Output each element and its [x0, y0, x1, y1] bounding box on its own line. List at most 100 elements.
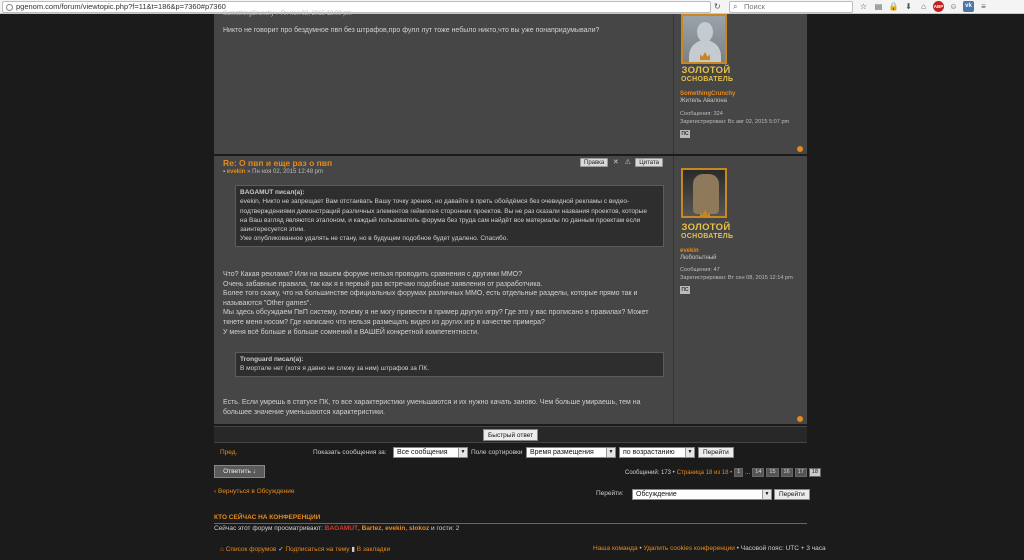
- page-ellipsis: ...: [745, 469, 751, 476]
- username-link[interactable]: SomethingCrunchy: [680, 91, 735, 97]
- report-icon[interactable]: ⚠: [623, 158, 632, 167]
- quote-header: Tronguard писал(а):: [240, 356, 304, 363]
- sort-go-button[interactable]: Перейти: [698, 447, 734, 458]
- timezone-text: Часовой пояс: UTC + 3 часа: [740, 545, 826, 552]
- post-text: Что? Какая реклама? Или на вашем форуме …: [223, 270, 649, 337]
- post-line: ткнете меня носом? Где написано что нель…: [223, 318, 545, 326]
- online-user[interactable]: BAGAMUT: [325, 525, 358, 532]
- star-icon[interactable]: ☆: [858, 1, 869, 12]
- back-to-top-icon[interactable]: [797, 416, 803, 422]
- post-meta: ▪ evekin » Пн ноя 02, 2015 12:48 pm: [223, 169, 324, 175]
- page-current: 18: [808, 468, 821, 477]
- user-title: Житель Авалона: [680, 98, 728, 104]
- chat-icon[interactable]: ☺: [948, 1, 959, 12]
- edit-button[interactable]: Правка: [580, 158, 609, 167]
- back-to-top-icon[interactable]: [797, 146, 803, 152]
- delete-icon[interactable]: ✕: [611, 158, 620, 167]
- back-link[interactable]: ‹ Вернуться в Обсуждение: [214, 488, 294, 495]
- who-online-title: КТО СЕЙЧАС НА КОНФЕРЕНЦИИ: [214, 514, 807, 524]
- post-text: Есть. Если умрешь в статусе ПК, то все х…: [223, 398, 641, 417]
- jump-value: Обсуждение: [636, 491, 677, 498]
- post: Re: О пвп и еще раз о пвп Правка ✕ ⚠ Цит…: [214, 156, 807, 424]
- rank-badge: ЗОЛОТОЙ ОСНОВАТЕЛЬ: [681, 66, 734, 84]
- page-link[interactable]: 17: [794, 468, 807, 477]
- post: SomethingCrunchy » Пн ноя 02, 2015 12:09…: [214, 11, 807, 154]
- post-line: Очень забавные правила, так как я в перв…: [223, 280, 543, 288]
- forums-link[interactable]: Список форумов: [226, 546, 277, 553]
- sort-bar: Пред. Показать сообщения за: Все сообщен…: [214, 445, 807, 461]
- online-user[interactable]: evekin: [385, 525, 405, 532]
- prev-link[interactable]: Пред.: [220, 449, 237, 456]
- order-select[interactable]: по возрастанию ▼: [619, 447, 695, 458]
- reply-button[interactable]: Ответить ↓: [214, 465, 265, 478]
- subscribe-link[interactable]: Подписаться на тему: [285, 546, 349, 553]
- quote-line: В мортале нет (хотя я давно не слежу за …: [240, 365, 429, 373]
- page-link[interactable]: 15: [766, 468, 779, 477]
- post-text: Никто не говорит про бездумное пвп без ш…: [223, 27, 600, 34]
- show-select[interactable]: Все сообщения ▼: [393, 447, 468, 458]
- show-label: Показать сообщения за:: [313, 449, 387, 456]
- online-user[interactable]: Bartez: [362, 525, 382, 532]
- post-body: Re: О пвп и еще раз о пвп Правка ✕ ⚠ Цит…: [218, 156, 664, 424]
- quote-block: BAGAMUT писал(а): evekin, Никто не запре…: [235, 185, 664, 247]
- post-body: SomethingCrunchy » Пн ноя 02, 2015 12:09…: [218, 11, 673, 154]
- post-author[interactable]: evekin: [227, 169, 246, 175]
- quick-reply-button[interactable]: Быстрый ответ: [483, 429, 539, 441]
- back-label: Вернуться в Обсуждение: [217, 488, 295, 495]
- page-link[interactable]: 16: [780, 468, 793, 477]
- quote-block: Tronguard писал(а): В мортале нет (хотя …: [235, 352, 664, 377]
- vk-icon[interactable]: vk: [963, 1, 974, 12]
- rank-bottom: ОСНОВАТЕЛЬ: [681, 76, 734, 83]
- user-posts: Сообщения: 47: [680, 267, 720, 273]
- lock-icon[interactable]: 🔒: [888, 1, 899, 12]
- chevron-down-icon: ▼: [685, 448, 694, 457]
- download-icon[interactable]: ⬇: [903, 1, 914, 12]
- show-value: Все сообщения: [397, 449, 448, 456]
- jump-select[interactable]: Обсуждение ▼: [632, 489, 772, 500]
- team-link[interactable]: Наша команда: [593, 545, 638, 552]
- reload-icon[interactable]: ↻: [714, 1, 728, 13]
- page-info[interactable]: Страница 18 из 18 •: [677, 470, 732, 476]
- sort-value: Время размещения: [530, 449, 594, 456]
- online-user[interactable]: slokoz: [409, 525, 429, 532]
- post-line: У меня всё больше и больше сомнений в ВА…: [223, 328, 479, 336]
- reading-list-icon[interactable]: ▤: [873, 1, 884, 12]
- search-placeholder: Поиск: [744, 2, 765, 11]
- footer-right: Наша команда • Удалить cookies конференц…: [593, 545, 826, 552]
- menu-icon[interactable]: ≡: [978, 1, 989, 12]
- adblock-icon[interactable]: ABP: [933, 1, 944, 12]
- avatar: [681, 168, 727, 218]
- rank-badge: ЗОЛОТОЙ ОСНОВАТЕЛЬ: [681, 223, 733, 241]
- sort-select[interactable]: Время размещения ▼: [526, 447, 616, 458]
- footer-links: ⌂ Список форумов ✓ Подписаться на тему ▮…: [220, 545, 390, 553]
- cookies-link[interactable]: Удалить cookies конференции: [643, 545, 734, 552]
- post-line: Есть. Если умрешь в статусе ПК, то все х…: [223, 399, 641, 406]
- browser-toolbar: pgenom.com/forum/viewtopic.php?f=11&t=18…: [0, 0, 1024, 14]
- pagination: Сообщений: 173 • Страница 18 из 18 • 1 .…: [625, 468, 821, 477]
- search-input[interactable]: ⌕ Поиск: [729, 1, 853, 13]
- pm-button[interactable]: ПС: [680, 286, 690, 294]
- pm-button[interactable]: ПС: [680, 130, 690, 138]
- order-value: по возрастанию: [623, 449, 675, 456]
- home-icon[interactable]: ⌂: [918, 1, 929, 12]
- address-bar[interactable]: pgenom.com/forum/viewtopic.php?f=11&t=18…: [2, 1, 711, 13]
- page-link[interactable]: 14: [752, 468, 765, 477]
- quote-header: BAGAMUT писал(а):: [240, 189, 305, 196]
- who-suffix: и гости: 2: [431, 525, 460, 532]
- site-info-icon[interactable]: [6, 4, 13, 11]
- jump-go-button[interactable]: Перейти: [774, 489, 810, 500]
- post-line: Мы здесь обсуждаем ПвП систему, почему я…: [223, 309, 649, 317]
- chevron-down-icon: ▼: [458, 448, 467, 457]
- quote-line: Уже опубликованное удалять не стану, но …: [240, 235, 509, 243]
- quote-button[interactable]: Цитата: [635, 158, 663, 167]
- url-text: pgenom.com/forum/viewtopic.php?f=11&t=18…: [16, 2, 226, 11]
- post-title[interactable]: Re: О пвп и еще раз о пвп: [223, 158, 332, 168]
- bookmarks-link[interactable]: В закладки: [357, 546, 390, 553]
- post-meta: SomethingCrunchy » Пн ноя 02, 2015 12:09…: [223, 11, 352, 17]
- search-icon: ⌕: [733, 2, 738, 11]
- username-link[interactable]: evekin: [680, 248, 699, 254]
- jump-label: Перейти:: [596, 490, 624, 497]
- post-profile: ЗОЛОТОЙ ОСНОВАТЕЛЬ SomethingCrunchy Жител…: [673, 14, 807, 154]
- who-online-text: Сейчас этот форум просматривают: BAGAMUT…: [214, 525, 460, 532]
- page-link[interactable]: 1: [734, 468, 744, 477]
